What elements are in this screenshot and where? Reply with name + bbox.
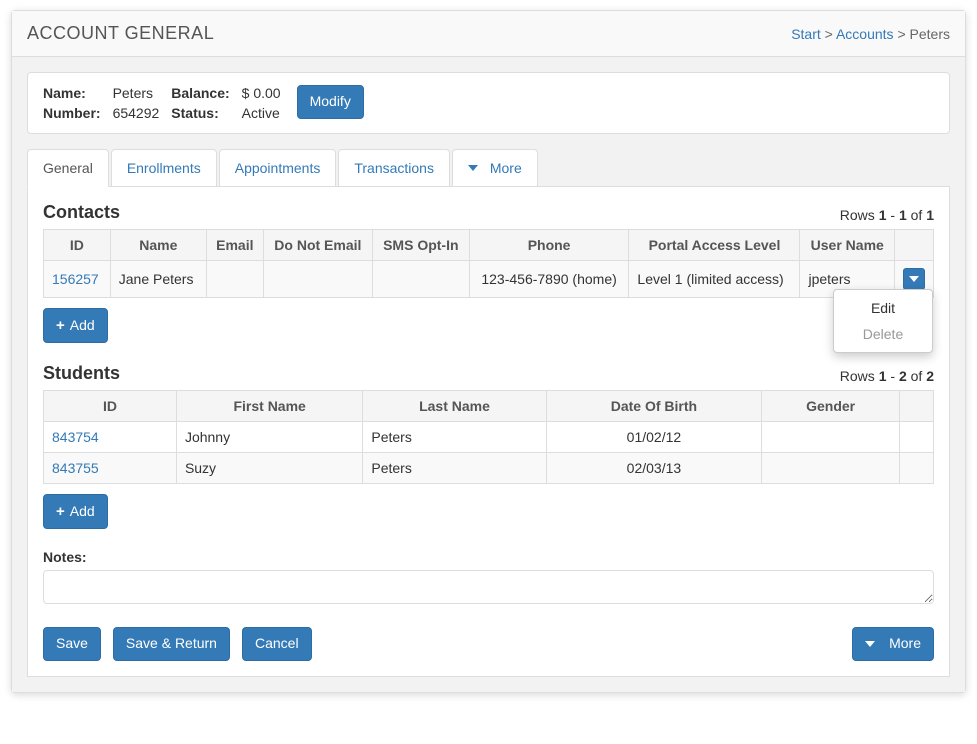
modify-button[interactable]: Modify: [297, 85, 364, 119]
students-rows-info: Rows 1 - 2 of 2: [840, 368, 934, 384]
col-dne: Do Not Email: [263, 230, 372, 261]
student-id-link[interactable]: 843754: [52, 429, 99, 445]
row-actions-toggle[interactable]: [903, 268, 925, 290]
page-title: ACCOUNT GENERAL: [27, 23, 214, 44]
notes-textarea[interactable]: [43, 570, 934, 604]
students-table: ID First Name Last Name Date Of Birth Ge…: [43, 390, 934, 484]
tab-enrollments[interactable]: Enrollments: [111, 149, 217, 187]
col-sms: SMS Opt-In: [372, 230, 469, 261]
col-id: ID: [44, 230, 111, 261]
col-dob: Date Of Birth: [546, 391, 762, 422]
breadcrumb-start[interactable]: Start: [791, 26, 821, 42]
value-balance: $ 0.00: [242, 85, 281, 101]
more-button[interactable]: More: [852, 627, 934, 661]
contacts-table: ID Name Email Do Not Email SMS Opt-In Ph…: [43, 229, 934, 298]
col-gender: Gender: [762, 391, 900, 422]
tab-more[interactable]: More: [452, 149, 538, 187]
student-id-link[interactable]: 843755: [52, 460, 99, 476]
panel-body: Name: Peters Balance: $ 0.00 Number: 654…: [12, 57, 965, 692]
breadcrumb-current: Peters: [910, 26, 950, 42]
save-button[interactable]: Save: [43, 627, 101, 661]
tab-general[interactable]: General: [27, 149, 109, 187]
chevron-down-icon: [468, 165, 478, 171]
table-row: 843754 Johnny Peters 01/02/12: [44, 422, 934, 453]
contacts-head: Contacts Rows 1 - 1 of 1: [43, 202, 934, 223]
plus-icon: [56, 315, 65, 336]
chevron-down-icon: [865, 641, 875, 647]
contact-id-link[interactable]: 156257: [52, 271, 99, 287]
value-number: 654292: [113, 105, 160, 121]
tab-content: Contacts Rows 1 - 1 of 1 ID Name Email D…: [27, 187, 950, 677]
col-portal: Portal Access Level: [629, 230, 800, 261]
tab-appointments[interactable]: Appointments: [219, 149, 337, 187]
col-last: Last Name: [363, 391, 546, 422]
panel-header: ACCOUNT GENERAL Start > Accounts > Peter…: [12, 11, 965, 57]
col-actions: [900, 391, 934, 422]
chevron-down-icon: [909, 276, 919, 282]
account-panel: ACCOUNT GENERAL Start > Accounts > Peter…: [11, 10, 966, 693]
breadcrumb: Start > Accounts > Peters: [791, 26, 950, 42]
col-user: User Name: [800, 230, 895, 261]
cancel-button[interactable]: Cancel: [242, 627, 312, 661]
footer-actions: Save Save & Return Cancel More: [43, 627, 934, 661]
table-row: 156257 Jane Peters 123-456-7890 (home) L…: [44, 261, 934, 298]
col-first: First Name: [176, 391, 362, 422]
breadcrumb-accounts[interactable]: Accounts: [836, 26, 894, 42]
col-phone: Phone: [469, 230, 629, 261]
label-balance: Balance:: [171, 85, 229, 101]
tab-transactions[interactable]: Transactions: [338, 149, 450, 187]
action-delete[interactable]: Delete: [834, 321, 932, 347]
contacts-title: Contacts: [43, 202, 120, 223]
students-head: Students Rows 1 - 2 of 2: [43, 363, 934, 384]
row-actions-menu: Edit Delete: [833, 289, 933, 353]
notes-label: Notes:: [43, 549, 934, 565]
account-summary: Name: Peters Balance: $ 0.00 Number: 654…: [27, 72, 950, 134]
table-row: 843755 Suzy Peters 02/03/13: [44, 453, 934, 484]
contacts-rows-info: Rows 1 - 1 of 1: [840, 207, 934, 223]
action-edit[interactable]: Edit: [834, 295, 932, 321]
col-email: Email: [206, 230, 263, 261]
students-title: Students: [43, 363, 120, 384]
save-return-button[interactable]: Save & Return: [113, 627, 230, 661]
tabs: General Enrollments Appointments Transac…: [27, 149, 950, 187]
value-status: Active: [242, 105, 281, 121]
label-status: Status:: [171, 105, 229, 121]
value-name: Peters: [113, 85, 160, 101]
col-id: ID: [44, 391, 177, 422]
label-name: Name:: [43, 85, 101, 101]
add-contact-button[interactable]: Add: [43, 308, 108, 343]
add-student-button[interactable]: Add: [43, 494, 108, 529]
col-actions: [895, 230, 934, 261]
label-number: Number:: [43, 105, 101, 121]
col-name: Name: [110, 230, 206, 261]
plus-icon: [56, 501, 65, 522]
